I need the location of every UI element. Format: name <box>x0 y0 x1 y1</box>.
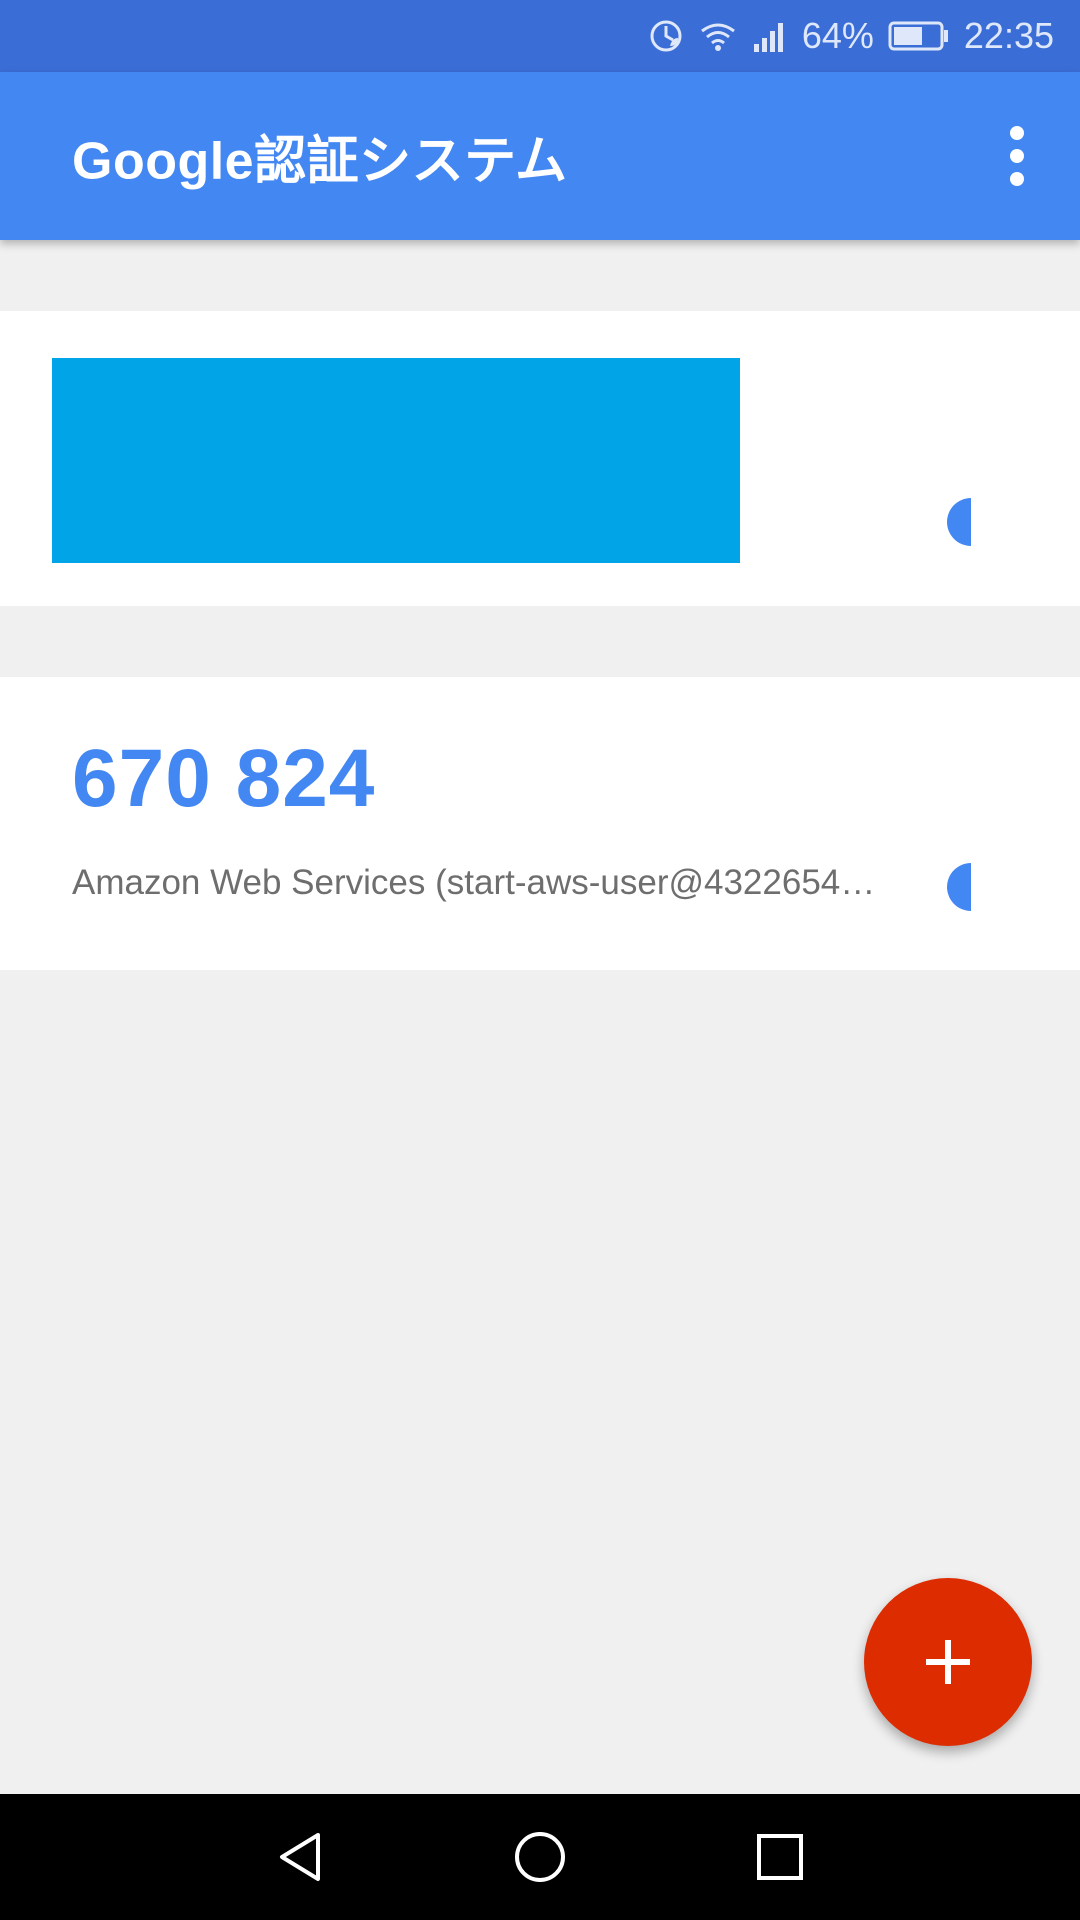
otp-code: 670 824 <box>72 733 376 824</box>
countdown-timer-icon <box>947 498 971 546</box>
plus-icon <box>926 1640 970 1684</box>
navigation-bar <box>0 1794 1080 1920</box>
countdown-timer-icon <box>947 863 971 911</box>
overflow-menu-button[interactable] <box>992 116 1042 196</box>
battery-percent: 64% <box>801 15 874 56</box>
wifi-icon <box>698 19 738 53</box>
data-saver-icon <box>648 18 684 54</box>
home-icon[interactable] <box>510 1827 570 1887</box>
phone-screen: 64% 22:35 Google認証システム 670 824 Amazon We… <box>0 0 1080 1920</box>
account-card[interactable]: 670 824 Amazon Web Services (start-aws-u… <box>0 677 1080 970</box>
redacted-account-info <box>52 358 740 563</box>
clock: 22:35 <box>963 15 1054 56</box>
cell-signal-icon <box>752 20 788 52</box>
app-title: Google認証システム <box>72 132 568 191</box>
account-card[interactable] <box>0 311 1080 606</box>
account-name: Amazon Web Services (start-aws-user@4322… <box>72 863 876 902</box>
more-vert-icon <box>1010 126 1024 140</box>
app-bar: Google認証システム <box>0 72 1080 240</box>
status-bar: 64% 22:35 <box>0 0 1080 72</box>
more-vert-icon-dot <box>1010 172 1024 186</box>
recents-icon[interactable] <box>750 1827 810 1887</box>
back-icon[interactable] <box>270 1827 330 1887</box>
add-account-button[interactable] <box>864 1578 1032 1746</box>
battery-icon <box>888 21 950 51</box>
more-vert-icon-dot <box>1010 149 1024 163</box>
